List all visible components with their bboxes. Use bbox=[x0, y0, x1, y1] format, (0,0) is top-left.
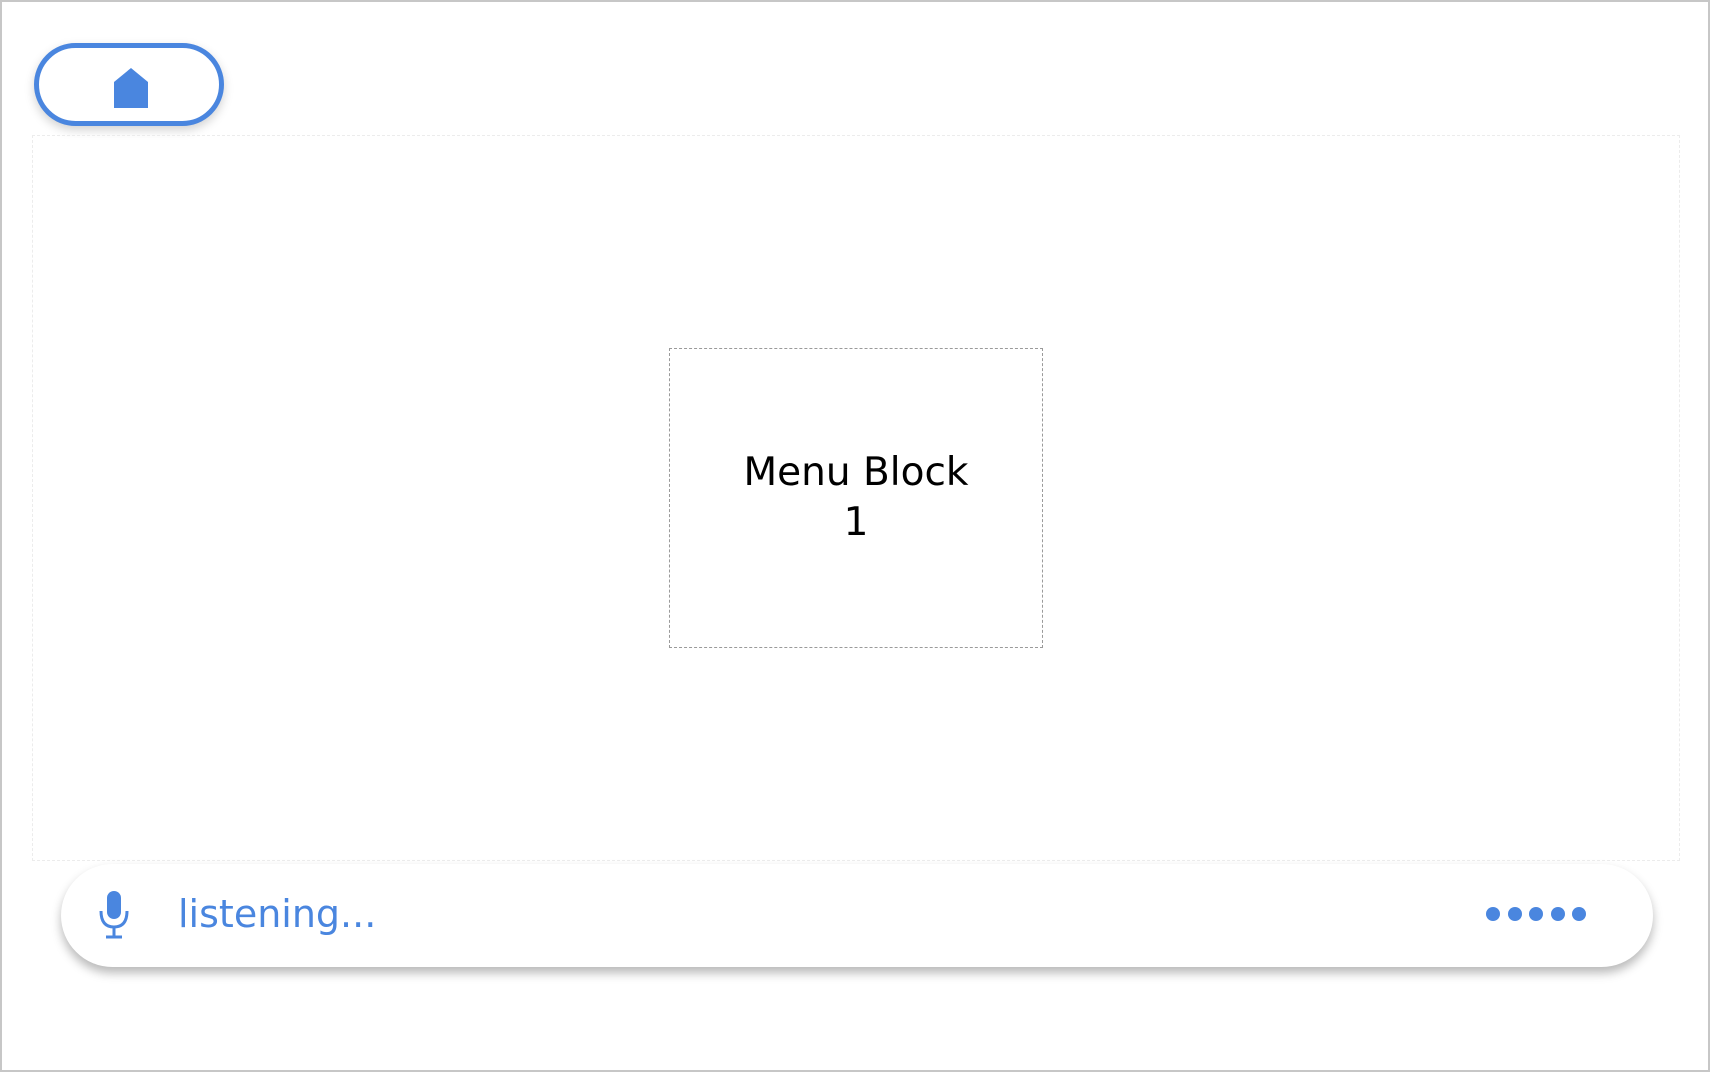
listening-status: listening... bbox=[178, 892, 377, 936]
indicator-dot bbox=[1486, 907, 1500, 921]
indicator-dot bbox=[1507, 907, 1522, 921]
dots-icon bbox=[1486, 907, 1586, 921]
voice-input-bar: listening... bbox=[61, 864, 1653, 967]
menu-block-title: Menu Block bbox=[743, 450, 969, 495]
app-frame: Menu Block 1 listening... bbox=[0, 0, 1710, 1072]
menu-block-1[interactable]: Menu Block 1 bbox=[669, 348, 1043, 648]
indicator-dot bbox=[1550, 907, 1565, 921]
menu-block-number: 1 bbox=[843, 500, 869, 545]
indicator-dot bbox=[1572, 907, 1586, 921]
home-button[interactable] bbox=[34, 43, 224, 126]
home-icon bbox=[114, 68, 148, 108]
microphone-icon[interactable] bbox=[98, 891, 130, 939]
indicator-dot bbox=[1529, 907, 1543, 921]
